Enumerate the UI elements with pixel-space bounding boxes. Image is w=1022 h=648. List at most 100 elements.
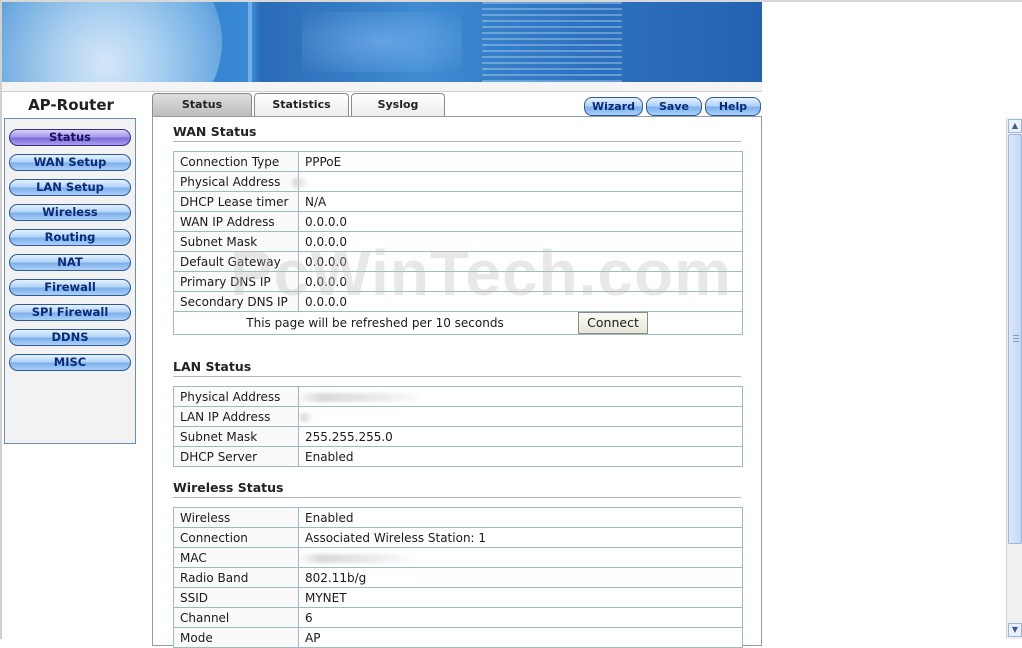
lan-label: Subnet Mask bbox=[173, 426, 299, 447]
table-row: Primary DNS IP 0.0.0.0 bbox=[173, 271, 743, 292]
scroll-thumb[interactable] bbox=[1008, 134, 1022, 544]
wan-value: 0.0.0.0 bbox=[298, 291, 743, 312]
lan-ip-address-value bbox=[298, 406, 743, 427]
table-row: Secondary DNS IP 0.0.0.0 bbox=[173, 291, 743, 312]
wireless-status-table: Wireless Enabled Connection Associated Wir… bbox=[173, 507, 743, 648]
wan-status-title: WAN Status bbox=[173, 124, 257, 139]
table-row: Subnet Mask 0.0.0.0 bbox=[173, 231, 743, 252]
wan-value: 0.0.0.0 bbox=[298, 271, 743, 292]
lan-label: Physical Address bbox=[173, 386, 299, 407]
wan-label: Physical Address bbox=[173, 171, 299, 192]
globe-graphic bbox=[2, 2, 222, 82]
nav-status-button[interactable]: Status bbox=[9, 129, 131, 146]
save-button[interactable]: Save bbox=[646, 97, 702, 116]
nav-nat-button[interactable]: NAT bbox=[9, 254, 131, 271]
wireless-status-rule bbox=[173, 497, 741, 498]
wan-value: 0.0.0.0 bbox=[298, 211, 743, 232]
wireless-label: Mode bbox=[173, 627, 299, 648]
nav-lan-setup-button[interactable]: LAN Setup bbox=[9, 179, 131, 196]
table-row: Connection Associated Wireless Station: 1 bbox=[173, 527, 743, 548]
wireless-value: AP bbox=[298, 627, 743, 648]
refresh-notice: This page will be refreshed per 10 secon… bbox=[246, 315, 504, 330]
redacted-value bbox=[297, 553, 417, 563]
scroll-down-icon[interactable]: ▼ bbox=[1008, 623, 1022, 637]
wan-label: Default Gateway bbox=[173, 251, 299, 272]
table-row: SSID MYNET bbox=[173, 587, 743, 608]
lan-status-rule bbox=[173, 376, 741, 377]
table-row: WAN IP Address 0.0.0.0 bbox=[173, 211, 743, 232]
grip-line bbox=[1013, 338, 1019, 339]
window-left-edge bbox=[0, 0, 2, 639]
wan-label: WAN IP Address bbox=[173, 211, 299, 232]
nav-wan-setup-button[interactable]: WAN Setup bbox=[9, 154, 131, 171]
wireless-value: 802.11b/g bbox=[298, 567, 743, 588]
help-button[interactable]: Help bbox=[705, 97, 761, 116]
wireless-status-title: Wireless Status bbox=[173, 480, 284, 495]
scroll-up-icon[interactable]: ▲ bbox=[1008, 119, 1022, 133]
banner-rule bbox=[2, 82, 762, 92]
wireless-label: Radio Band bbox=[173, 567, 299, 588]
tab-status[interactable]: Status bbox=[152, 93, 252, 116]
table-row: Physical Address bbox=[173, 171, 743, 192]
wireless-value: MYNET bbox=[298, 587, 743, 608]
lan-status-title: LAN Status bbox=[173, 359, 252, 374]
wireless-value: Enabled bbox=[298, 507, 743, 528]
banner-glow bbox=[302, 12, 462, 72]
wan-value: PPPoE bbox=[298, 151, 743, 172]
lan-physical-address-value bbox=[295, 386, 743, 407]
table-row: Radio Band 802.11b/g bbox=[173, 567, 743, 588]
refresh-row: This page will be refreshed per 10 secon… bbox=[173, 311, 743, 335]
nav-routing-button[interactable]: Routing bbox=[9, 229, 131, 246]
refresh-cell: This page will be refreshed per 10 secon… bbox=[173, 311, 743, 335]
sidebar: Status WAN Setup LAN Setup Wireless Rout… bbox=[4, 118, 136, 444]
wan-label: Subnet Mask bbox=[173, 231, 299, 252]
lan-label: LAN IP Address bbox=[173, 406, 299, 427]
nav-ddns-button[interactable]: DDNS bbox=[9, 329, 131, 346]
table-row: Connection Type PPPoE bbox=[173, 151, 743, 172]
wireless-label: Channel bbox=[173, 607, 299, 628]
wan-physical-address-value bbox=[291, 171, 743, 192]
table-row: Physical Address bbox=[173, 386, 743, 407]
nav-misc-button[interactable]: MISC bbox=[9, 354, 131, 371]
table-row: MAC bbox=[173, 547, 743, 568]
banner-divider bbox=[248, 2, 252, 82]
table-row: Channel 6 bbox=[173, 607, 743, 628]
wan-label: Primary DNS IP bbox=[173, 271, 299, 292]
vertical-scrollbar[interactable]: ▲ ▼ bbox=[1006, 118, 1022, 639]
wireless-value: Associated Wireless Station: 1 bbox=[298, 527, 743, 548]
wan-status-table: Connection Type PPPoE Physical Address DH… bbox=[173, 151, 743, 335]
table-row: Mode AP bbox=[173, 627, 743, 648]
table-row: LAN IP Address bbox=[173, 406, 743, 427]
wan-label: DHCP Lease timer bbox=[173, 191, 299, 212]
redacted-value bbox=[291, 177, 309, 187]
banner-code-lines bbox=[482, 2, 622, 82]
wan-label: Connection Type bbox=[173, 151, 299, 172]
table-row: Subnet Mask 255.255.255.0 bbox=[173, 426, 743, 447]
table-row: DHCP Server Enabled bbox=[173, 446, 743, 467]
wan-value: 0.0.0.0 bbox=[298, 251, 743, 272]
wan-value: 0.0.0.0 bbox=[298, 231, 743, 252]
wireless-label: Wireless bbox=[173, 507, 299, 528]
wan-value: N/A bbox=[298, 191, 743, 212]
tab-statistics[interactable]: Statistics bbox=[254, 93, 349, 116]
redacted-value bbox=[295, 392, 425, 402]
tab-syslog[interactable]: Syslog bbox=[351, 93, 445, 116]
lan-value: 255.255.255.0 bbox=[298, 426, 743, 447]
grip-line bbox=[1013, 335, 1019, 336]
wan-status-rule bbox=[173, 141, 741, 142]
nav-spi-firewall-button[interactable]: SPI Firewall bbox=[9, 304, 131, 321]
wireless-label: SSID bbox=[173, 587, 299, 608]
nav-firewall-button[interactable]: Firewall bbox=[9, 279, 131, 296]
wireless-label: Connection bbox=[173, 527, 299, 548]
lan-status-table: Physical Address LAN IP Address Subnet M… bbox=[173, 386, 743, 467]
wireless-mac-value bbox=[297, 547, 743, 568]
redacted-value bbox=[299, 412, 313, 422]
wireless-label: MAC bbox=[173, 547, 299, 568]
header-banner bbox=[2, 2, 762, 82]
wizard-button[interactable]: Wizard bbox=[584, 97, 643, 116]
table-row: Wireless Enabled bbox=[173, 507, 743, 528]
lan-value: Enabled bbox=[298, 446, 743, 467]
connect-button[interactable]: Connect bbox=[578, 312, 648, 334]
wan-label: Secondary DNS IP bbox=[173, 291, 299, 312]
nav-wireless-button[interactable]: Wireless bbox=[9, 204, 131, 221]
